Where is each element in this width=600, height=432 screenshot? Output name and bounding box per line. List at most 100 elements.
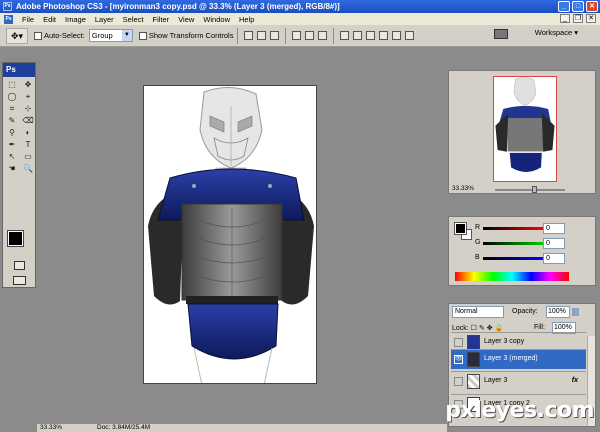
align-bottom-icon[interactable] [270, 31, 280, 40]
layer-name: Layer 3 copy [484, 338, 525, 345]
eye-icon[interactable]: 👁 [454, 355, 463, 364]
color-channel-b: B 0 [475, 253, 595, 265]
minimize-button[interactable]: _ [558, 1, 570, 12]
menu-select[interactable]: Select [123, 15, 144, 24]
auto-select-checkbox[interactable] [34, 31, 42, 40]
document-window-controls: _ ❐ ✕ [560, 14, 596, 23]
navigator-artwork [495, 77, 555, 172]
menu-file[interactable]: File [22, 15, 34, 24]
align-top-icon[interactable] [244, 31, 254, 40]
menu-layer[interactable]: Layer [95, 15, 114, 24]
divider [285, 27, 287, 44]
layers-blend-row: Normal Opacity: 100% [452, 306, 592, 319]
workspace-menu[interactable]: Workspace ▾ [535, 28, 578, 37]
menu-view[interactable]: View [178, 15, 194, 24]
photoshop-app-icon: Ps [3, 2, 12, 11]
menu-image[interactable]: Image [65, 15, 86, 24]
menu-help[interactable]: Help [239, 15, 254, 24]
visibility-toggle-icon[interactable] [454, 338, 463, 347]
move-tool-icon[interactable]: ✥ [21, 79, 35, 90]
distribute-right-icon[interactable] [405, 31, 415, 40]
dodge-tool-icon[interactable]: ◐ [21, 127, 35, 138]
distribute-hcenter-icon[interactable] [392, 31, 402, 40]
align-vcenter-icon[interactable] [257, 31, 267, 40]
red-slider[interactable] [483, 227, 543, 230]
ps-logo: Ps [3, 63, 35, 77]
color-foreground-swatch[interactable] [454, 222, 467, 235]
layer-name: Layer 3 (merged) [484, 355, 538, 362]
pen-tool-icon[interactable]: ✒ [5, 139, 19, 150]
doc-minimize-button[interactable]: _ [560, 14, 570, 23]
opacity-label: Opacity: [512, 308, 538, 315]
blue-slider[interactable] [483, 257, 543, 260]
visibility-toggle-icon[interactable] [454, 377, 463, 386]
fx-icon[interactable]: fx [572, 377, 578, 384]
screen-mode-icon[interactable] [13, 276, 26, 285]
layer-thumbnail [467, 335, 480, 350]
fill-label: Fill: [534, 324, 545, 331]
navigator-zoom-handle[interactable] [532, 186, 537, 193]
blue-value-input[interactable]: 0 [543, 253, 565, 264]
tool-grid: ⬚ ✥ ◯ ⌖ ⌗ ⊹ ✎ ⌫ ⚲ ◐ ✒ T ↖ ▭ ☚ 🔍 [3, 77, 35, 176]
blend-mode-dropdown[interactable]: Normal [452, 306, 504, 318]
chevron-down-icon: ▼ [121, 30, 132, 41]
magic-wand-tool-icon[interactable]: ⌖ [21, 91, 35, 102]
color-spectrum-bar[interactable] [455, 272, 569, 281]
slice-tool-icon[interactable]: ⊹ [21, 103, 35, 114]
status-bar: 33.33% Doc: 3.84M/25.4M [37, 424, 447, 432]
navigator-panel: 33.33% [448, 70, 596, 194]
tools-panel: Ps ⬚ ✥ ◯ ⌖ ⌗ ⊹ ✎ ⌫ ⚲ ◐ ✒ T ↖ ▭ ☚ 🔍 [2, 62, 36, 288]
auto-select-dropdown[interactable]: Group ▼ [88, 29, 133, 42]
color-channel-g: G 0 [475, 238, 595, 250]
navigator-thumbnail[interactable] [493, 76, 557, 182]
status-zoom[interactable]: 33.33% [40, 424, 62, 432]
move-tool-preset-icon[interactable]: ✥▾ [6, 27, 28, 44]
navigator-zoom-value[interactable]: 33.33% [452, 185, 474, 192]
doc-close-button[interactable]: ✕ [586, 14, 596, 23]
layer-row[interactable]: Layer 3 fx [451, 371, 586, 391]
marquee-tool-icon[interactable]: ⬚ [5, 79, 19, 90]
opacity-input[interactable]: 100% [546, 306, 570, 318]
menu-edit[interactable]: Edit [43, 15, 56, 24]
watermark: pxleyes.com [445, 398, 594, 423]
palette-well-icon[interactable] [494, 29, 508, 39]
align-hcenter-icon[interactable] [305, 31, 315, 40]
red-value-input[interactable]: 0 [543, 223, 565, 234]
navigator-zoom-slider[interactable] [495, 189, 565, 191]
maximize-button[interactable]: □ [572, 1, 584, 12]
layer-name: Layer 3 [484, 377, 508, 384]
path-selection-tool-icon[interactable]: ↖ [5, 151, 19, 162]
type-tool-icon[interactable]: T [21, 139, 35, 150]
hand-tool-icon[interactable]: ☚ [5, 163, 19, 174]
distribute-top-icon[interactable] [340, 31, 350, 40]
brush-tool-icon[interactable]: ✎ [5, 115, 19, 126]
eraser-tool-icon[interactable]: ⌫ [21, 115, 35, 126]
opacity-arrow-icon[interactable] [572, 308, 579, 316]
lasso-tool-icon[interactable]: ◯ [5, 91, 19, 102]
blur-tool-icon[interactable]: ⚲ [5, 127, 19, 138]
menu-filter[interactable]: Filter [153, 15, 170, 24]
show-transform-checkbox[interactable] [138, 31, 147, 40]
auto-select-value: Group [91, 31, 113, 40]
options-bar: ✥▾ Auto-Select: Group ▼ Show Transform C… [0, 25, 600, 47]
close-button[interactable]: ✕ [586, 1, 598, 12]
shape-tool-icon[interactable]: ▭ [21, 151, 35, 162]
crop-tool-icon[interactable]: ⌗ [5, 103, 19, 114]
doc-restore-button[interactable]: ❐ [573, 14, 583, 23]
foreground-color-swatch[interactable] [7, 230, 24, 247]
green-value-input[interactable]: 0 [543, 238, 565, 249]
distribute-bottom-icon[interactable] [366, 31, 376, 40]
zoom-tool-icon[interactable]: 🔍 [21, 163, 35, 174]
align-left-icon[interactable] [292, 31, 302, 40]
quick-mask-icon[interactable] [14, 261, 25, 270]
layer-row-active[interactable]: 👁 Layer 3 (merged) [451, 349, 586, 369]
document-icon[interactable]: Ps [4, 14, 13, 24]
menu-window[interactable]: Window [203, 15, 230, 24]
color-panel: R 0 G 0 B 0 [448, 216, 596, 286]
align-right-icon[interactable] [318, 31, 328, 40]
document-canvas[interactable] [143, 85, 317, 384]
auto-select-label: Auto-Select: [44, 31, 85, 40]
distribute-left-icon[interactable] [379, 31, 389, 40]
green-slider[interactable] [483, 242, 543, 245]
distribute-vcenter-icon[interactable] [353, 31, 363, 40]
